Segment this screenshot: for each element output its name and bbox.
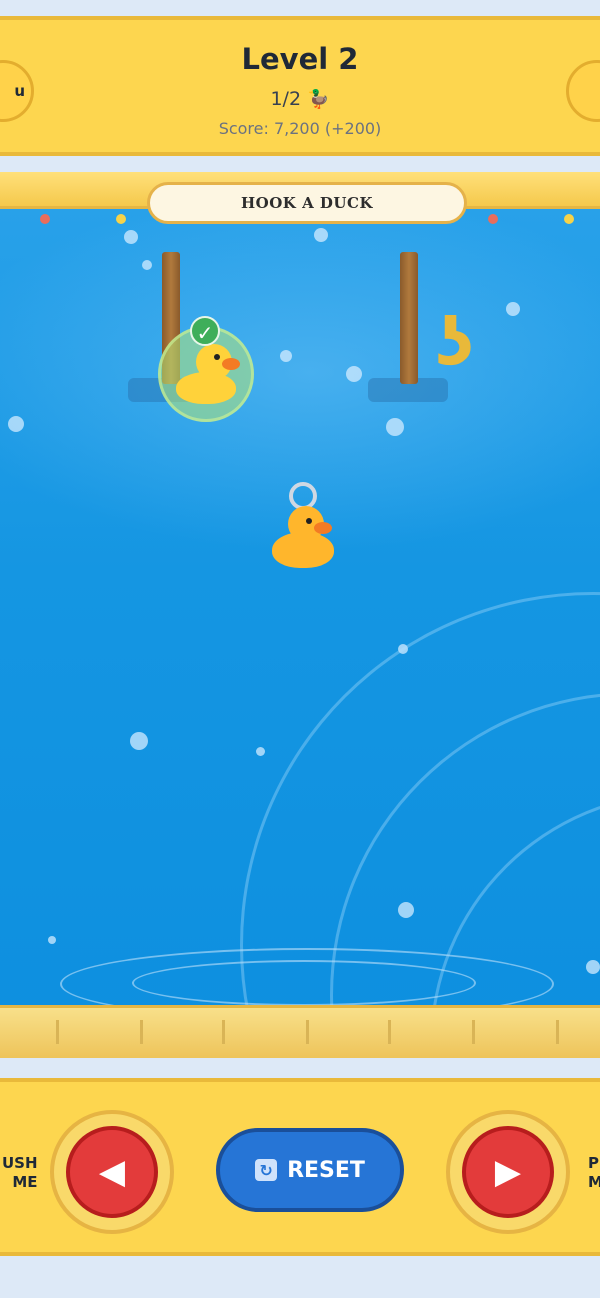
duck-icon: 🦆	[307, 89, 330, 110]
left-side-label: USH ME	[2, 1154, 38, 1192]
counter-tick	[140, 1020, 143, 1044]
light-bulb	[116, 214, 126, 224]
counter-tick	[306, 1020, 309, 1044]
bubble	[48, 936, 56, 944]
bubble	[386, 418, 404, 436]
bubble	[314, 228, 328, 242]
counter-tick	[472, 1020, 475, 1044]
counter-tick	[388, 1020, 391, 1044]
bubble	[124, 230, 138, 244]
floating-duck-eye	[306, 518, 312, 524]
left-side-label-line: USH	[2, 1154, 38, 1172]
reset-label: RESET	[287, 1157, 365, 1183]
check-icon: ✓	[190, 316, 220, 346]
bubble	[280, 350, 292, 362]
hooked-duck-eye	[214, 354, 220, 360]
bubble	[256, 747, 265, 756]
bubble	[142, 260, 152, 270]
control-panel: USH ME ◀ ↻ RESET ▶ P M	[0, 1078, 600, 1256]
light-bulb	[488, 214, 498, 224]
left-side-label-line: ME	[12, 1173, 38, 1191]
level-header: u Level 2 1/2 🦆 Score: 7,200 (+200)	[0, 16, 600, 156]
floating-duck-beak	[314, 522, 332, 534]
progress-count: 1/2	[270, 88, 302, 110]
move-left-button[interactable]: ◀	[50, 1110, 174, 1234]
level-title: Level 2	[241, 42, 359, 76]
refresh-icon: ↻	[255, 1159, 278, 1181]
water-ripple	[132, 960, 476, 1006]
light-bulb	[564, 214, 574, 224]
right-side-label-line: M	[588, 1173, 600, 1191]
reset-button[interactable]: ↻ RESET	[216, 1128, 404, 1212]
booth-counter	[0, 1005, 600, 1058]
right-side-label-line: P	[588, 1154, 599, 1172]
bubble	[130, 732, 148, 750]
move-right-button[interactable]: ▶	[446, 1110, 570, 1234]
game-board: HOOK A DUCK ✓ ʖ	[0, 172, 600, 1058]
hooked-duck-beak	[222, 358, 240, 370]
counter-tick	[556, 1020, 559, 1044]
bubble	[506, 302, 520, 316]
hook-icon: ʖ	[436, 304, 474, 381]
counter-tick	[56, 1020, 59, 1044]
left-arrow-icon: ◀	[66, 1126, 158, 1218]
score-text: Score: 7,200 (+200)	[218, 119, 382, 138]
counter-tick	[222, 1020, 225, 1044]
right-side-label: P M	[588, 1154, 600, 1192]
right-arrow-icon: ▶	[462, 1126, 554, 1218]
duck-progress: 1/2 🦆	[0, 88, 600, 110]
game-banner: HOOK A DUCK	[147, 182, 467, 224]
hook-post-right	[400, 252, 418, 384]
light-bulb	[40, 214, 50, 224]
bubble	[8, 416, 24, 432]
bubble	[346, 366, 362, 382]
